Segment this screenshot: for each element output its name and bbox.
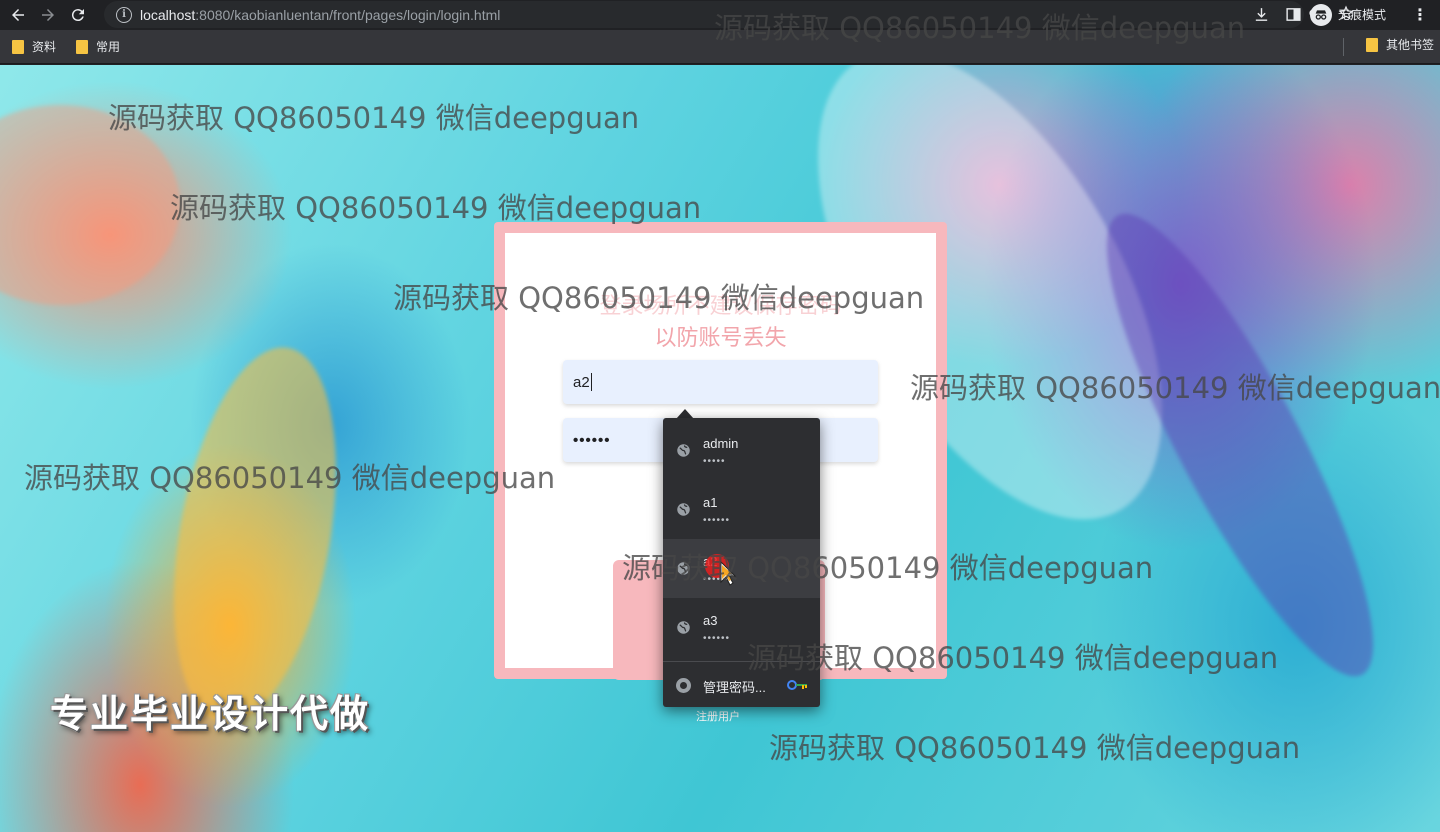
password-value: •••••• bbox=[573, 431, 611, 449]
watermark: 源码获取 QQ86050149 微信deepguan bbox=[108, 101, 640, 135]
back-icon[interactable] bbox=[3, 0, 33, 30]
incognito-icon bbox=[1310, 3, 1332, 26]
globe-icon bbox=[677, 503, 690, 516]
username-input[interactable]: a2 bbox=[563, 360, 878, 404]
folder-icon bbox=[1365, 37, 1378, 52]
autofill-password-mask: •••••• bbox=[703, 633, 731, 644]
bookmark-folder-0[interactable]: 资料 bbox=[12, 36, 64, 58]
text-caret bbox=[590, 373, 592, 391]
folder-icon bbox=[76, 39, 89, 54]
autofill-password-mask: ••••• bbox=[703, 456, 726, 467]
bookmark-label: 资料 bbox=[32, 40, 57, 54]
incognito-label: 无痕模式 bbox=[1338, 8, 1387, 22]
watermark: 源码获取 QQ86050149 微信deepguan bbox=[170, 191, 702, 225]
autofill-password-mask: •••••• bbox=[703, 515, 731, 526]
autofill-item[interactable]: a1 •••••• bbox=[663, 480, 820, 539]
browser-menu-icon[interactable]: ⋮ bbox=[1412, 5, 1428, 25]
reload-icon[interactable] bbox=[63, 0, 93, 30]
register-link[interactable]: 注册用户 bbox=[696, 708, 740, 724]
globe-icon bbox=[677, 621, 690, 634]
autofill-username: admin bbox=[703, 436, 739, 451]
chrome-icon bbox=[676, 678, 691, 693]
login-title-line2: 以防账号丢失 bbox=[654, 325, 787, 350]
watermark: 源码获取 QQ86050149 微信deepguan bbox=[747, 641, 1279, 675]
site-info-icon[interactable]: i bbox=[116, 6, 132, 23]
password-manager-key-icon bbox=[787, 680, 807, 690]
other-bookmarks-label: 其他书签 bbox=[1385, 38, 1434, 52]
watermark: 源码获取 QQ86050149 微信deepguan bbox=[393, 281, 925, 315]
bookmark-folder-1[interactable]: 常用 bbox=[76, 36, 128, 58]
autofill-item[interactable]: admin ••••• bbox=[663, 421, 820, 480]
watermark: 源码获取 QQ86050149 微信deepguan bbox=[714, 11, 1246, 45]
username-value: a2 bbox=[573, 373, 590, 391]
autofill-username: a3 bbox=[703, 613, 718, 628]
download-icon[interactable] bbox=[1253, 6, 1270, 28]
manage-passwords-label: 管理密码... bbox=[703, 680, 766, 695]
watermark: 源码获取 QQ86050149 微信deepguan bbox=[24, 461, 556, 495]
globe-icon bbox=[677, 444, 690, 457]
watermark: 源码获取 QQ86050149 微信deepguan bbox=[769, 731, 1301, 765]
url-host: localhost bbox=[140, 6, 196, 23]
other-bookmarks[interactable]: 其他书签 bbox=[1365, 36, 1434, 53]
forward-icon[interactable] bbox=[33, 0, 63, 30]
bg-swirl bbox=[148, 334, 362, 736]
promo-text: 专业毕业设计代做 bbox=[50, 694, 371, 736]
bookmark-label: 常用 bbox=[96, 40, 121, 54]
side-panel-icon[interactable] bbox=[1285, 6, 1302, 28]
bookmarks-divider bbox=[1343, 38, 1344, 56]
watermark: 源码获取 QQ86050149 微信deepguan bbox=[910, 371, 1440, 405]
incognito-indicator[interactable]: 无痕模式 bbox=[1310, 2, 1386, 27]
autofill-username: a1 bbox=[703, 495, 718, 510]
folder-icon bbox=[12, 39, 24, 54]
watermark: 源码获取 QQ86050149 微信deepguan bbox=[622, 551, 1154, 585]
url-path: :8080/kaobianluentan/front/pages/login/l… bbox=[195, 6, 501, 23]
